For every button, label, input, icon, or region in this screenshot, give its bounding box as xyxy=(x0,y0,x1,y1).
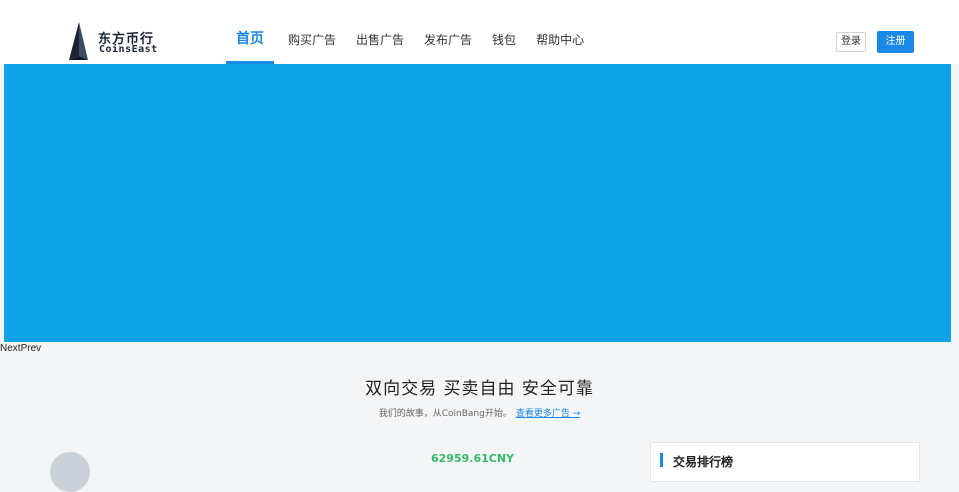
price-value: 62959.61CNY xyxy=(431,452,514,465)
nav-buy-ads[interactable]: 购买广告 xyxy=(282,0,342,64)
main-nav: 首页 购买广告 出售广告 发布广告 钱包 帮助中心 xyxy=(226,0,598,64)
nav-wallet[interactable]: 钱包 xyxy=(486,0,522,64)
nav-home[interactable]: 首页 xyxy=(226,0,274,64)
nav-post-ad[interactable]: 发布广告 xyxy=(418,0,478,64)
avatar xyxy=(50,452,90,492)
ranking-title: 交易排行榜 xyxy=(673,455,734,469)
intro-headline: 双向交易 买卖自由 安全可靠 xyxy=(365,379,594,399)
intro-story-text: 我们的故事，从CoinBang开始。 xyxy=(378,409,512,419)
login-button[interactable]: 登录 xyxy=(836,32,866,52)
brand-logo[interactable]: 东方币行 CoinsEast xyxy=(66,22,166,64)
top-header: 东方币行 CoinsEast 首页 购买广告 出售广告 发布广告 钱包 帮助中心… xyxy=(0,0,959,64)
logo-mark-icon xyxy=(69,22,88,60)
view-more-ads-link[interactable]: 查看更多广告 → xyxy=(516,409,580,419)
ranking-panel: 交易排行榜 xyxy=(650,442,920,482)
hero-banner[interactable] xyxy=(4,64,951,342)
nav-help-center[interactable]: 帮助中心 xyxy=(530,0,590,64)
slider-next-link[interactable]: Next xyxy=(0,343,21,354)
slider-prev-link[interactable]: Prev xyxy=(21,343,42,354)
intro-subline: 我们的故事，从CoinBang开始。 查看更多广告 → xyxy=(0,406,959,419)
nav-sell-ads[interactable]: 出售广告 xyxy=(350,0,410,64)
register-button[interactable]: 注册 xyxy=(877,31,914,53)
slider-controls: NextPrev xyxy=(0,343,41,354)
logo-text-en: CoinsEast xyxy=(99,44,158,55)
ranking-accent-bar xyxy=(660,453,663,467)
